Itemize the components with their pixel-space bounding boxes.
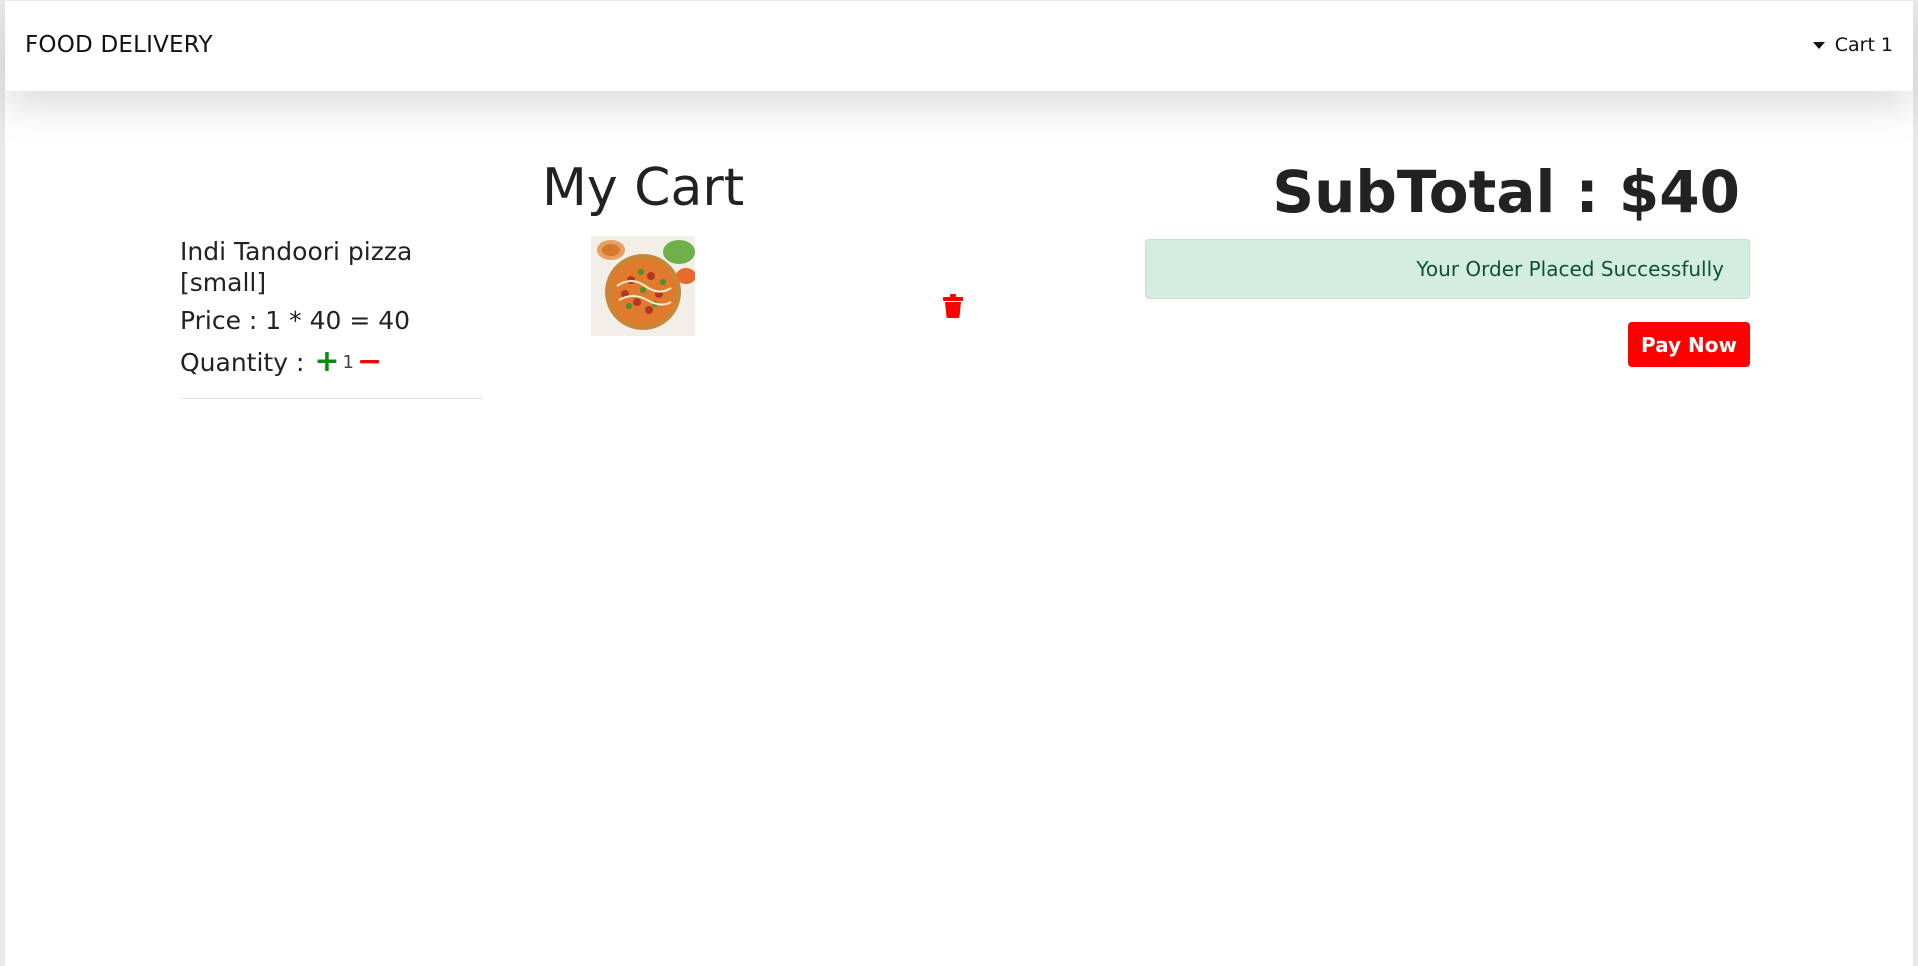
cart-item-quantity: Quantity : + 1 − [180,347,382,377]
cart-label: Cart [1834,34,1875,56]
pay-now-button[interactable]: Pay Now [1628,322,1750,367]
plus-icon[interactable]: + [314,347,339,377]
minus-icon[interactable]: − [357,347,382,377]
cart-item-price: Price : 1 * 40 = 40 [180,306,411,335]
cart-dropdown-toggle[interactable]: Cart 1 [1812,34,1893,56]
item-divider [180,398,483,399]
subtotal-text: SubTotal : $40 [1272,158,1740,226]
trash-icon[interactable] [943,294,963,318]
page: FOOD DELIVERY Cart 1 Indi Tandoori pizza… [0,0,1918,966]
quantity-value: 1 [342,351,354,373]
cart-count: 1 [1880,34,1893,56]
caret-down-icon [1812,41,1825,49]
quantity-label: Quantity : [180,347,305,377]
success-alert: Your Order Placed Successfully [1145,239,1750,299]
pizza-image-graphic [591,236,695,336]
cart-item-name: Indi Tandoori pizza [small] [180,237,413,297]
pizza-image [591,236,695,336]
trash-icon-graphic [943,294,963,318]
navbar: FOOD DELIVERY Cart 1 [5,0,1913,91]
brand-logo-text[interactable]: FOOD DELIVERY [25,32,213,58]
page-title: My Cart [542,158,745,218]
